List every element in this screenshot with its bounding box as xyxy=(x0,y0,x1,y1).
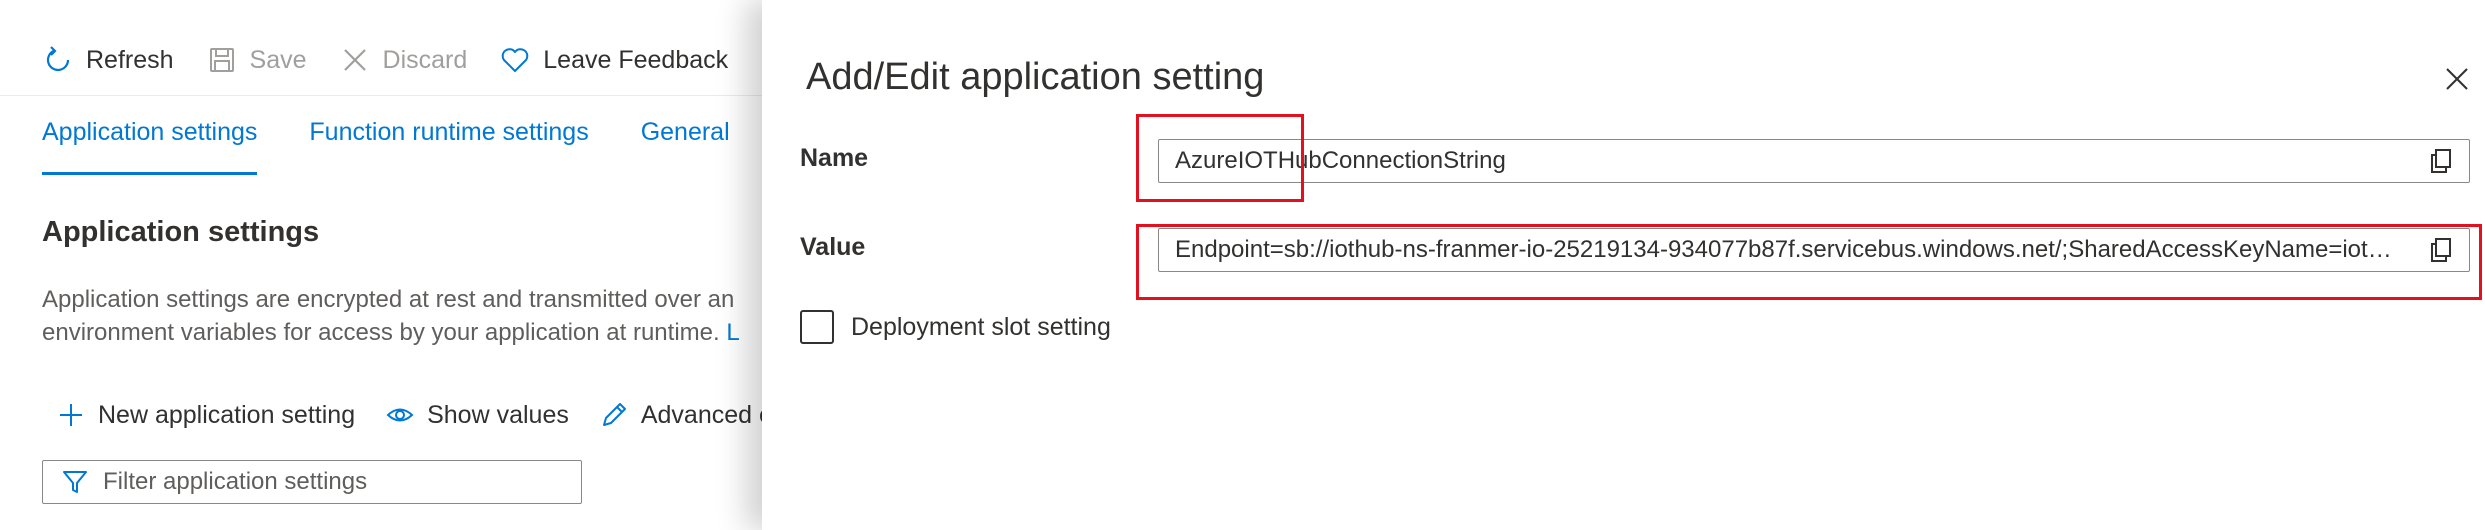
show-values-label: Show values xyxy=(427,400,569,429)
refresh-button[interactable]: Refresh xyxy=(42,44,174,76)
filter-icon xyxy=(63,471,87,493)
value-field[interactable]: Endpoint=sb://iothub-ns-franmer-io-25219… xyxy=(1158,228,2470,272)
heart-icon xyxy=(501,48,529,72)
new-application-setting-button[interactable]: New application setting xyxy=(56,400,355,430)
save-icon xyxy=(209,48,234,72)
discard-label: Discard xyxy=(382,45,468,74)
copy-icon xyxy=(2431,149,2451,173)
settings-tabs: Application settings Function runtime se… xyxy=(42,118,730,175)
settings-command-bar: New application setting Show values Adva… xyxy=(56,400,773,430)
learn-more-link[interactable]: L xyxy=(726,319,739,346)
close-icon[interactable] xyxy=(2442,64,2472,94)
copy-value-button[interactable] xyxy=(2413,229,2469,271)
refresh-label: Refresh xyxy=(86,45,174,74)
deployment-slot-checkbox[interactable] xyxy=(800,310,834,344)
toolbar: Refresh Save Discard Leave Feedback xyxy=(42,36,728,84)
description-line-2: environment variables for access by your… xyxy=(42,316,782,349)
discard-icon xyxy=(343,49,366,71)
save-label: Save xyxy=(249,45,307,74)
tab-general[interactable]: General xyxy=(641,118,730,167)
refresh-icon xyxy=(46,46,70,72)
filter-settings-input[interactable] xyxy=(101,467,565,497)
tab-application-settings[interactable]: Application settings xyxy=(42,118,258,175)
value-value[interactable]: Endpoint=sb://iothub-ns-franmer-io-25219… xyxy=(1159,236,2413,264)
discard-button[interactable]: Discard xyxy=(339,44,468,76)
filter-settings-box[interactable] xyxy=(42,460,582,504)
name-field[interactable]: AzureIOTHubConnectionString xyxy=(1158,139,2470,183)
description-line-1: Application settings are encrypted at re… xyxy=(42,286,735,313)
show-values-button[interactable]: Show values xyxy=(385,400,569,430)
save-button[interactable]: Save xyxy=(206,44,307,76)
advanced-edit-label: Advanced e xyxy=(640,400,773,429)
name-value[interactable]: AzureIOTHubConnectionString xyxy=(1159,147,2413,175)
deployment-slot-label: Deployment slot setting xyxy=(851,312,1111,341)
name-label: Name xyxy=(800,144,869,172)
description-line-2-text: environment variables for access by your… xyxy=(42,319,720,346)
plus-icon xyxy=(60,404,82,426)
advanced-edit-button[interactable]: Advanced e xyxy=(599,400,773,430)
section-title: Application settings xyxy=(42,216,320,248)
copy-icon xyxy=(2431,238,2451,262)
section-description: Application settings are encrypted at re… xyxy=(42,283,782,349)
value-label: Value xyxy=(800,233,866,261)
eye-icon xyxy=(386,408,414,422)
deployment-slot-setting[interactable]: Deployment slot setting xyxy=(800,310,1111,344)
tab-function-runtime-settings[interactable]: Function runtime settings xyxy=(309,118,588,167)
panel-title: Add/Edit application setting xyxy=(806,56,1265,98)
leave-feedback-button[interactable]: Leave Feedback xyxy=(499,44,728,76)
pencil-icon xyxy=(602,403,626,426)
new-setting-label: New application setting xyxy=(98,400,356,429)
feedback-label: Leave Feedback xyxy=(543,45,729,74)
copy-name-button[interactable] xyxy=(2413,140,2469,182)
edit-setting-panel: Add/Edit application setting Name AzureI… xyxy=(762,0,2485,530)
